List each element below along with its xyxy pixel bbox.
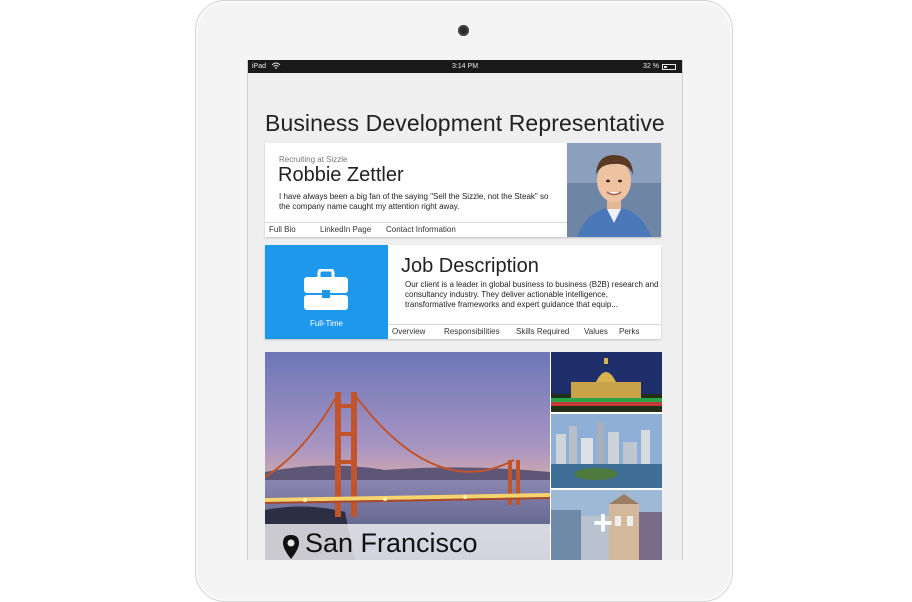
plus-icon[interactable]: + xyxy=(593,506,613,540)
job-type-label: Full-Time xyxy=(309,319,344,328)
tab-perks[interactable]: Perks xyxy=(619,325,639,339)
tab-skills-required[interactable]: Skills Required xyxy=(516,325,569,339)
job-card: Full-Time Job Description Our client is … xyxy=(265,245,661,339)
city-thumbnails: + xyxy=(551,352,662,560)
status-time: 3:14 PM xyxy=(451,63,479,70)
battery-icon xyxy=(662,63,676,70)
recruiter-photo-illustration xyxy=(567,143,661,237)
map-pin-icon xyxy=(283,535,299,559)
recruiter-card: Recruiting at Sizzle Robbie Zettler I ha… xyxy=(265,143,661,237)
city-thumb-houses[interactable]: + xyxy=(551,490,662,560)
city-card: San Francisco + xyxy=(265,352,662,560)
recruiter-name: Robbie Zettler xyxy=(278,164,404,186)
job-type-tile[interactable]: Full-Time xyxy=(265,245,388,339)
tab-values[interactable]: Values xyxy=(584,325,608,339)
recruiter-quote: I have always been a big fan of the sayi… xyxy=(279,192,549,211)
city-thumb-city-hall[interactable] xyxy=(551,352,662,412)
tablet-screen: iPad 3:14 PM 32 % Business Development R… xyxy=(247,60,683,560)
job-title: Job Description xyxy=(401,255,539,277)
front-camera xyxy=(458,25,469,36)
battery-percent: 32 % xyxy=(643,63,659,70)
recruiter-subtitle: Recruiting at Sizzle xyxy=(279,155,348,164)
job-tabs: Overview Responsibilities Skills Require… xyxy=(388,324,661,339)
tab-responsibilities[interactable]: Responsibilities xyxy=(444,325,500,339)
job-description: Our client is a leader in global busines… xyxy=(405,280,659,309)
city-name: San Francisco xyxy=(305,528,478,558)
tab-overview[interactable]: Overview xyxy=(392,325,425,339)
briefcase-icon xyxy=(304,269,348,310)
recruiter-avatar[interactable] xyxy=(567,143,661,237)
page-title: Business Development Representative xyxy=(265,110,665,136)
tab-contact-information[interactable]: Contact Information xyxy=(386,223,456,237)
city-thumb-skyline[interactable] xyxy=(551,414,662,488)
battery-fill xyxy=(664,65,667,68)
recruiter-tabs: Full Bio LinkedIn Page Contact Informati… xyxy=(265,222,567,237)
tab-full-bio[interactable]: Full Bio xyxy=(269,223,296,237)
tab-linkedin-page[interactable]: LinkedIn Page xyxy=(320,223,371,237)
status-bar: iPad 3:14 PM 32 % xyxy=(248,60,682,73)
